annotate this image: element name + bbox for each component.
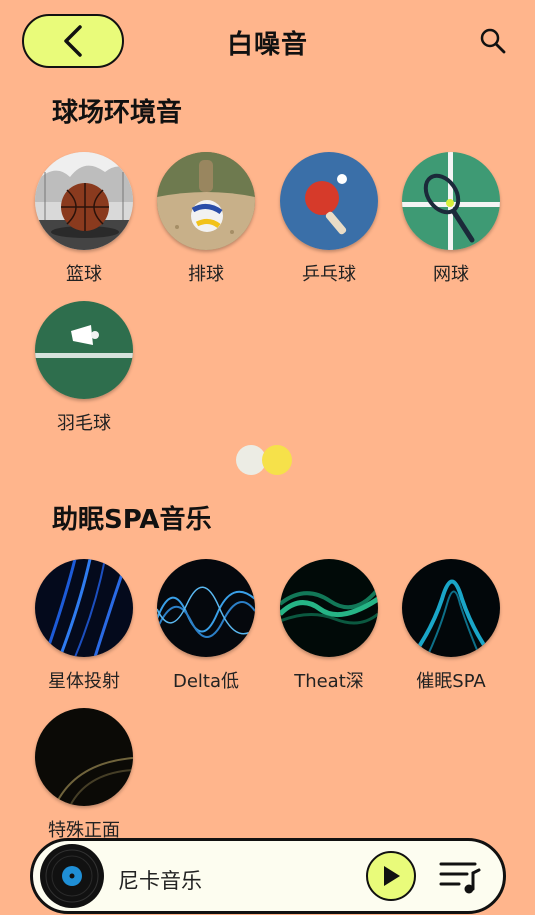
sound-item-label: 星体投射	[48, 671, 120, 692]
search-button[interactable]	[478, 26, 508, 56]
sound-item-label: 篮球	[66, 264, 102, 285]
badminton-image	[35, 301, 133, 399]
sound-item-hypnosis-spa[interactable]: 催眠SPA	[391, 559, 511, 693]
volleyball-image	[157, 152, 255, 250]
sound-item-label: Delta低	[172, 671, 240, 692]
sound-item-special[interactable]: 特殊正面	[24, 708, 144, 842]
sound-item-badminton[interactable]: 羽毛球	[24, 301, 144, 435]
tennis-image	[402, 152, 500, 250]
page-indicator[interactable]	[236, 445, 296, 477]
player-track-title: 尼卡音乐	[118, 869, 202, 893]
playlist-icon	[439, 862, 481, 894]
page-title: 白噪音	[226, 30, 308, 60]
sound-item-astral[interactable]: 星体投射	[24, 559, 144, 693]
section-title-court: 球场环境音	[52, 98, 183, 128]
sound-item-basketball[interactable]: 篮球	[24, 152, 144, 286]
sound-item-delta[interactable]: Delta低	[146, 559, 266, 693]
table-tennis-image	[280, 152, 378, 250]
page-dot-active[interactable]	[262, 445, 292, 475]
sound-item-label: 乒乓球	[302, 264, 356, 285]
sound-item-label: 网球	[433, 264, 469, 285]
sound-item-volleyball[interactable]: 排球	[146, 152, 266, 286]
dark-gold-curve-image	[35, 708, 133, 806]
vinyl-record-icon	[39, 843, 105, 909]
sound-item-theta[interactable]: Theat深	[269, 559, 389, 693]
search-icon	[480, 28, 506, 54]
sound-item-label: Theat深	[294, 671, 364, 692]
sound-item-label: 催眠SPA	[416, 671, 486, 692]
teal-light-curve-image	[402, 559, 500, 657]
blue-sine-waves-image	[157, 559, 255, 657]
basketball-image	[35, 152, 133, 250]
playlist-button[interactable]	[439, 859, 481, 895]
green-glow-waves-image	[280, 559, 378, 657]
play-button[interactable]	[366, 851, 416, 901]
play-icon	[384, 866, 400, 886]
section-title-spa: 助眠SPA音乐	[52, 505, 212, 535]
blue-light-waves-image	[35, 559, 133, 657]
mini-player[interactable]: 尼卡音乐	[30, 838, 506, 914]
sound-item-label: 羽毛球	[57, 413, 111, 434]
sound-item-label: 排球	[188, 264, 224, 285]
sound-item-table-tennis[interactable]: 乒乓球	[269, 152, 389, 286]
sound-item-tennis[interactable]: 网球	[391, 152, 511, 286]
